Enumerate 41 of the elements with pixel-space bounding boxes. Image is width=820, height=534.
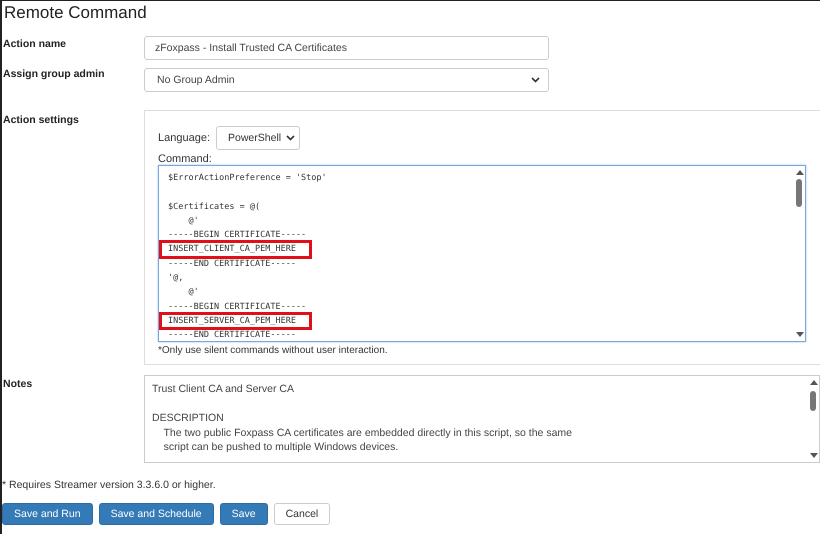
scroll-up-arrow-icon[interactable] xyxy=(796,169,804,175)
command-field[interactable] xyxy=(158,165,806,342)
scrollbar-thumb[interactable] xyxy=(810,391,816,411)
group-admin-dropdown[interactable]: No Group Admin xyxy=(144,68,549,92)
action-button[interactable]: Save and Run xyxy=(2,503,93,525)
code-line: -----BEGIN CERTIFICATE----- xyxy=(168,300,306,314)
scroll-up-arrow-icon[interactable] xyxy=(810,379,818,385)
action-name-field[interactable]: zFoxpass - Install Trusted CA Certificates xyxy=(144,36,549,60)
field-label: Notes xyxy=(2,377,34,390)
hint-text: *Only use silent commands without user interaction. xyxy=(158,345,389,356)
action-button[interactable]: Cancel xyxy=(274,503,330,525)
scrollbar-thumb[interactable] xyxy=(796,179,802,207)
notes-line: Trust Client CA and Server CA xyxy=(152,382,295,396)
code-line: -----BEGIN CERTIFICATE----- xyxy=(168,229,306,242)
notes-field[interactable]: Trust Client CA and Server CA DESCRIPTION The two public Foxpass CA certificates are embedded directly in this script, so the same script can be pushed to multiple Windows devices. xyxy=(144,375,820,463)
scroll-down-arrow-icon[interactable] xyxy=(796,332,804,338)
action-button[interactable]: Save xyxy=(220,503,268,525)
code-line: INSERT_CLIENT_CA_PEM_HERE xyxy=(161,242,310,257)
field-label: Assign group admin xyxy=(2,68,106,80)
code-line: @' xyxy=(187,286,199,300)
requirement-note: * Requires Streamer version 3.3.6.0 or higher. xyxy=(2,479,217,491)
scroll-down-arrow-icon[interactable] xyxy=(810,453,818,459)
code-line: INSERT_SERVER_CA_PEM_HERE xyxy=(161,314,310,328)
chevron-icon xyxy=(531,77,540,83)
field-label: Action settings xyxy=(2,113,80,126)
code-line: $Certificates = @( xyxy=(168,200,260,214)
field-label: Action name xyxy=(2,37,68,50)
code-line: -----END CERTIFICATE----- xyxy=(168,258,296,271)
code-line: -----END CERTIFICATE----- xyxy=(168,329,296,341)
chevron-icon xyxy=(286,135,295,141)
code-line: @' xyxy=(187,214,199,228)
notes-line: DESCRIPTION xyxy=(152,411,225,426)
language-dropdown[interactable]: PowerShell xyxy=(216,126,300,150)
notes-line: script can be pushed to multiple Windows devices. xyxy=(162,440,400,454)
notes-line: The two public Foxpass CA certificates are embedded directly in this script, so the same xyxy=(162,426,573,440)
code-line: $ErrorActionPreference = 'Stop' xyxy=(168,172,327,185)
page-title: Remote Command xyxy=(3,2,148,24)
language-label: Language: xyxy=(158,132,210,144)
code-line: '@, xyxy=(168,272,184,286)
action-button[interactable]: Save and Schedule xyxy=(98,503,214,525)
command-label: Command: xyxy=(158,153,213,165)
